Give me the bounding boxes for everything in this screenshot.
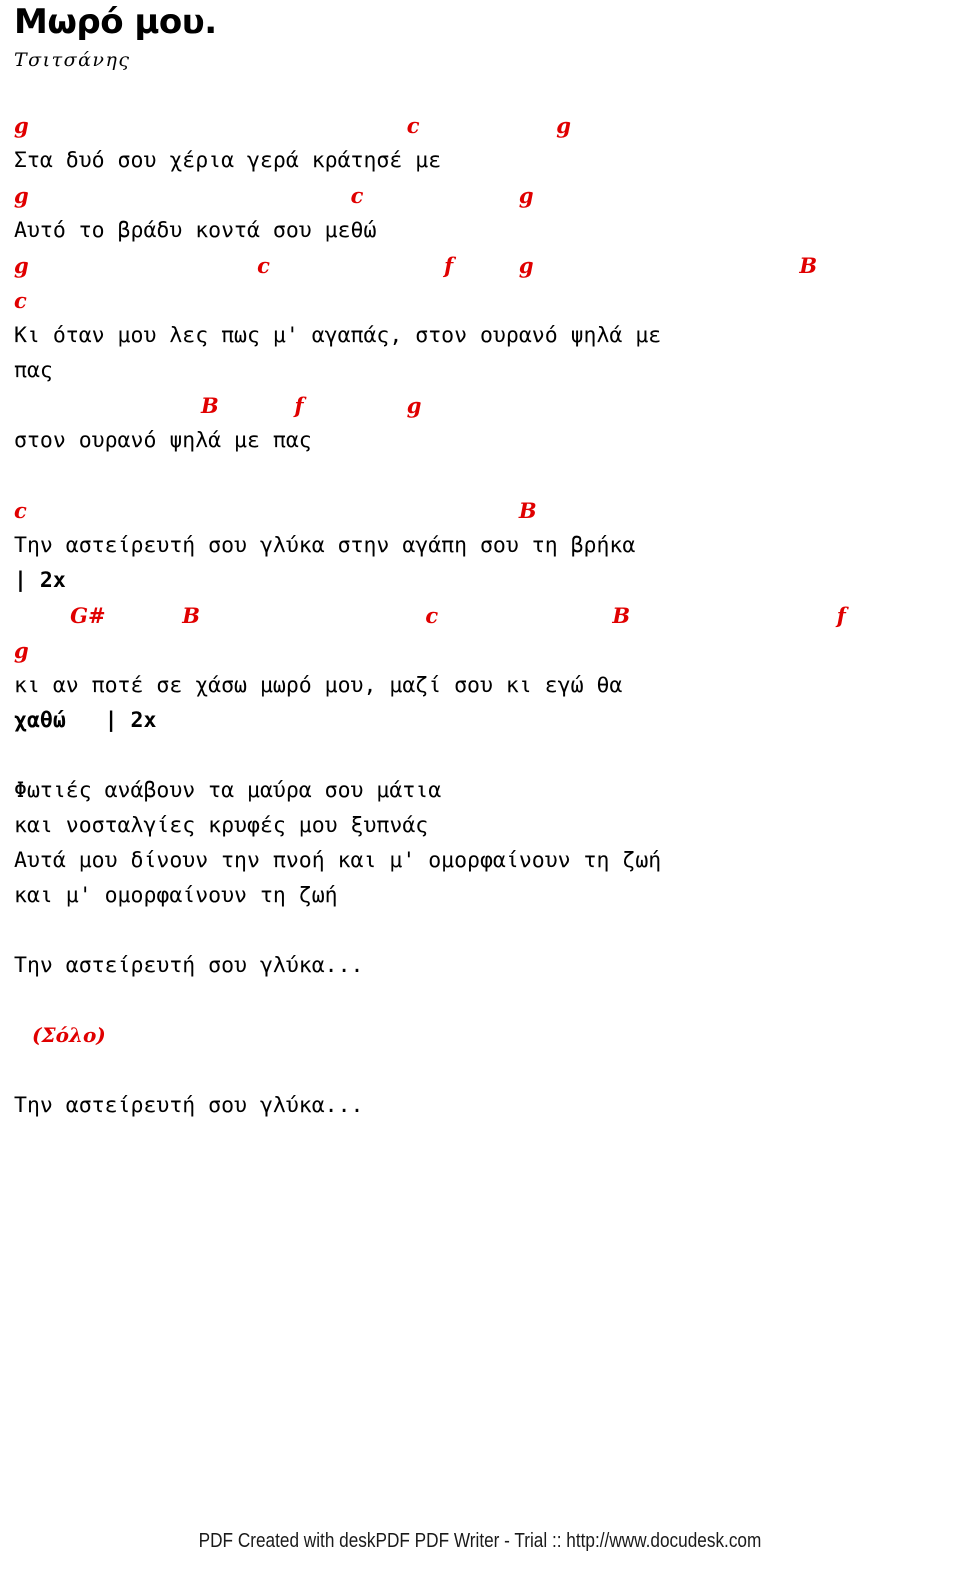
chord-line: gcg [14, 108, 960, 143]
spacer-row [14, 1053, 960, 1088]
chord-g: g [406, 393, 422, 418]
chord-c: c [14, 498, 27, 523]
lyric-row: Στα δυό σου χέρια γερά κράτησέ με [14, 143, 960, 178]
chord-g: g [14, 183, 29, 208]
spacer-row [14, 738, 960, 773]
lyric-row: Αυτά μου δίνουν την πνοή και μ' ομορφαίν… [14, 843, 960, 878]
pdf-trial-watermark: PDF Created with deskPDF PDF Writer - Tr… [198, 1530, 762, 1552]
lyric-line: Την αστείρευτή σου γλύκα... [14, 953, 364, 978]
chord-line: c [14, 283, 960, 318]
lyric-row: και νοσταλγίες κρυφές μου ξυπνάς [14, 808, 960, 843]
spacer-row [14, 458, 960, 493]
lyric-line: πας [14, 358, 53, 383]
chord-row: cB [14, 493, 960, 528]
lyric-line: Αυτό το βράδυ κοντά σου μεθώ [14, 218, 377, 243]
lyric-row: Την αστείρευτή σου γλύκα... [14, 1088, 960, 1123]
chord-row: gcfgB [14, 248, 960, 283]
chord-g: g [14, 638, 29, 663]
chord-g: g [14, 113, 29, 138]
lyric-row: και μ' ομορφαίνουν τη ζωή [14, 878, 960, 913]
lyric-line: Την αστείρευτή σου γλύκα στην αγάπη σου … [14, 533, 636, 558]
song-body: g c g Στα δυό σου χέρια γερά κράτησέ με g c g Α… [14, 108, 960, 1123]
lyric-line: κι αν ποτέ σε χάσω μωρό μου, μαζί σου κι… [14, 673, 623, 698]
lyric-row: Την αστείρευτή σου γλύκα... [14, 948, 960, 983]
composer-subtitle: Τσιτσάνης [14, 49, 131, 71]
chord-line: gcg [14, 178, 960, 213]
spacer-row [14, 983, 960, 1018]
lyric-line: Φωτιές ανάβουν τα μαύρα σου μάτια [14, 778, 442, 803]
lyric-row: Την αστείρευτή σου γλύκα στην αγάπη σου … [14, 528, 960, 563]
chord-row: gcg [14, 178, 960, 213]
repeat-marker: χαθώ | 2x [14, 708, 157, 733]
repeat-marker: | 2x [14, 568, 66, 593]
chord-B: B [182, 603, 201, 628]
chord-g: g [518, 253, 534, 278]
chord-row: G# Bc Bf [14, 598, 960, 633]
chord-Gsharp: G# [70, 603, 106, 628]
chord-c: c [257, 253, 270, 278]
solo-marker-row: (Σόλο) [14, 1018, 960, 1053]
chord-g: g [556, 113, 571, 138]
lyric-line: Αυτά μου δίνουν την πνοή και μ' ομορφαίν… [14, 848, 662, 873]
chord-f: f [294, 393, 304, 418]
chord-line: g [14, 633, 960, 668]
chord-f: f [444, 253, 454, 278]
chord-B: B [799, 253, 818, 278]
lyric-row: Αυτό το βράδυ κοντά σου μεθώ [14, 213, 960, 248]
chord-c: c [350, 183, 364, 208]
chord-line: Bf g [14, 388, 960, 423]
lyric-row: Φωτιές ανάβουν τα μαύρα σου μάτια [14, 773, 960, 808]
chord-row: c [14, 283, 960, 318]
lyric-line: Κι όταν μου λες πως μ' αγαπάς, στον ουρα… [14, 323, 662, 348]
solo-marker: (Σόλο) [32, 1023, 106, 1047]
chord-row: gcg [14, 108, 960, 143]
lyric-row: κι αν ποτέ σε χάσω μωρό μου, μαζί σου κι… [14, 668, 960, 703]
chord-g: g [518, 183, 534, 208]
chord-f: f [836, 603, 846, 628]
lyric-line: Την αστείρευτή σου γλύκα... [14, 1093, 364, 1118]
lyric-line: και νοσταλγίες κρυφές μου ξυπνάς [14, 813, 429, 838]
lyric-line: και μ' ομορφαίνουν τη ζωή [14, 883, 338, 908]
chord-sheet-page: Μωρό μου. Τσιτσάνης g c g Στα δυό σου χέρια… [0, 0, 960, 1595]
chord-B: B [518, 498, 537, 523]
lyric-row: | 2x [14, 563, 960, 598]
chord-B: B [612, 603, 631, 628]
chord-line: cB [14, 493, 960, 528]
lyric-row: πας [14, 353, 960, 388]
lyric-line: Στα δυό σου χέρια γερά κράτησέ με [14, 148, 442, 173]
chord-c: c [425, 603, 439, 628]
spacer-row [14, 913, 960, 948]
lyric-row: στον ουρανό ψηλά με πας [14, 423, 960, 458]
lyric-line: στον ουρανό ψηλά με πας [14, 428, 312, 453]
chord-c: c [406, 113, 420, 138]
chord-B: B [201, 393, 219, 418]
chord-line: gcfgB [14, 248, 960, 283]
chord-c: c [14, 288, 27, 313]
chord-g: g [14, 253, 29, 278]
chord-line: G# Bc Bf [14, 598, 960, 633]
lyric-row: Κι όταν μου λες πως μ' αγαπάς, στον ουρα… [14, 318, 960, 353]
chord-row: Bf g [14, 388, 960, 423]
lyric-row: χαθώ | 2x [14, 703, 960, 738]
page-title: Μωρό μου. [14, 2, 217, 42]
chord-row: g [14, 633, 960, 668]
